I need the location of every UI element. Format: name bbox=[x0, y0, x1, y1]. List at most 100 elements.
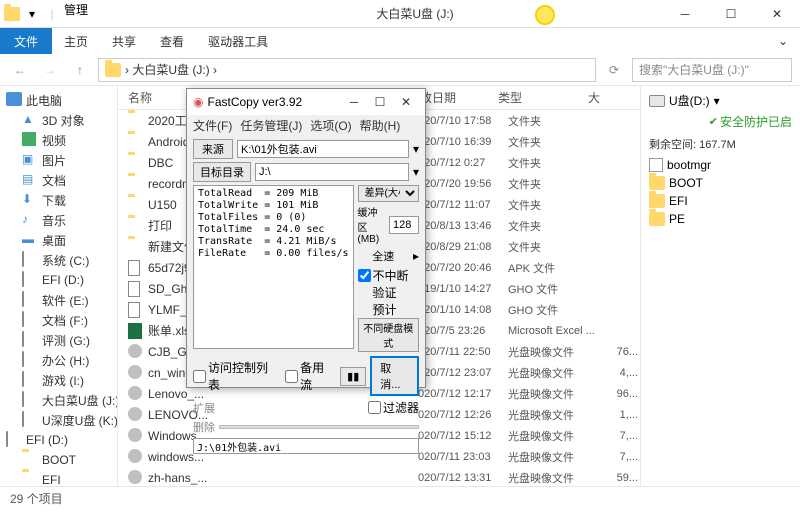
fc-stats: TotalRead = 209 MiB TotalWrite = 101 MiB… bbox=[193, 185, 354, 349]
col-type[interactable]: 类型 bbox=[498, 89, 588, 106]
fc-source-button[interactable]: 来源 bbox=[193, 139, 233, 159]
tree-item[interactable]: 视频 bbox=[0, 130, 117, 150]
fc-close-button[interactable]: ✕ bbox=[393, 95, 419, 109]
tree-item[interactable]: U深度U盘 (K:) bbox=[0, 410, 117, 430]
fc-diskmode-select[interactable]: 不同硬盘模式 bbox=[358, 318, 419, 352]
back-button[interactable]: ← bbox=[8, 58, 32, 82]
tab-view[interactable]: 查看 bbox=[148, 28, 196, 54]
tree-item[interactable]: 系统 (C:) bbox=[0, 250, 117, 270]
rp-drive[interactable]: U盘(D:) bbox=[669, 92, 710, 109]
rp-item[interactable]: BOOT bbox=[645, 174, 796, 192]
tree-item[interactable]: ▣图片 bbox=[0, 150, 117, 170]
tree-item[interactable]: ⬇下载 bbox=[0, 190, 117, 210]
forward-button[interactable]: → bbox=[38, 58, 62, 82]
fld-icon bbox=[22, 472, 38, 486]
iso-icon bbox=[128, 365, 144, 381]
tree-item[interactable]: ♪音乐 bbox=[0, 210, 117, 230]
search-input[interactable]: 搜索"大白菜U盘 (J:)" bbox=[632, 58, 792, 82]
maximize-button[interactable]: ☐ bbox=[708, 0, 754, 28]
fc-mode-select[interactable]: 差异(大小/日期) bbox=[358, 185, 419, 202]
fc-menu-job[interactable]: 任务管理(J) bbox=[240, 117, 302, 134]
fc-title: FastCopy ver3.92 bbox=[207, 95, 341, 109]
xls-icon bbox=[128, 323, 144, 339]
drv-icon bbox=[22, 252, 38, 268]
nav-tree[interactable]: 此电脑▲3D 对象视频▣图片▤文档⬇下载♪音乐▬桌面系统 (C:)EFI (D:… bbox=[0, 86, 118, 486]
tree-item[interactable]: BOOT bbox=[0, 450, 117, 470]
fc-speed-up-icon[interactable]: ▸ bbox=[413, 249, 419, 263]
tree-item[interactable]: ▬桌面 bbox=[0, 230, 117, 250]
fld-icon bbox=[128, 176, 144, 192]
fc-current-file: J:\01外包装.avi bbox=[193, 438, 419, 454]
close-button[interactable]: ✕ bbox=[754, 0, 800, 28]
fld-icon bbox=[128, 218, 144, 234]
rp-dropdown-icon[interactable]: ▾ bbox=[714, 94, 720, 108]
file-row[interactable]: zh-hans_...020/7/12 13:31光盘映像文件59... bbox=[118, 467, 640, 486]
pc-icon bbox=[6, 92, 22, 108]
fc-dst-dd-icon[interactable]: ▾ bbox=[413, 165, 419, 179]
fld-icon bbox=[22, 452, 38, 468]
tree-item[interactable]: EFI bbox=[0, 470, 117, 486]
fc-maximize-button[interactable]: ☐ bbox=[367, 95, 393, 109]
fc-cancel-button[interactable]: 取消... bbox=[370, 356, 419, 396]
tree-item[interactable]: 游戏 (I:) bbox=[0, 370, 117, 390]
iso-icon bbox=[128, 449, 144, 465]
fc-menu-opt[interactable]: 选项(O) bbox=[310, 117, 351, 134]
file-icon bbox=[128, 302, 144, 318]
down-icon[interactable]: ▾ bbox=[24, 6, 40, 22]
tree-item[interactable]: EFI (D:) bbox=[0, 270, 117, 290]
tree-item[interactable]: 软件 (E:) bbox=[0, 290, 117, 310]
rp-item[interactable]: EFI bbox=[645, 192, 796, 210]
iso-icon bbox=[128, 344, 144, 360]
fc-ext-label: 扩展 bbox=[193, 400, 215, 416]
refresh-button[interactable]: ⟳ bbox=[602, 58, 626, 82]
tab-drivetools[interactable]: 驱动器工具 bbox=[196, 28, 280, 54]
minimize-button[interactable]: ─ bbox=[662, 0, 708, 28]
fc-menu-file[interactable]: 文件(F) bbox=[193, 117, 232, 134]
tree-item[interactable]: ▲3D 对象 bbox=[0, 110, 117, 130]
drv-icon bbox=[22, 372, 38, 388]
rp-item[interactable]: bootmgr bbox=[645, 156, 796, 174]
tab-home[interactable]: 主页 bbox=[52, 28, 100, 54]
tree-item[interactable]: EFI (D:) bbox=[0, 430, 117, 450]
fld-icon bbox=[128, 155, 144, 171]
col-size[interactable]: 大 bbox=[588, 89, 628, 106]
item-count: 29 个项目 bbox=[10, 490, 63, 507]
tab-share[interactable]: 共享 bbox=[100, 28, 148, 54]
fc-source-input[interactable] bbox=[237, 140, 409, 158]
ribbon-expand-icon[interactable]: ⌄ bbox=[766, 28, 800, 54]
tree-item[interactable]: 评测 (G:) bbox=[0, 330, 117, 350]
fc-pause-button[interactable]: ▮▮ bbox=[340, 367, 366, 386]
iso-icon bbox=[128, 386, 144, 402]
file-tab[interactable]: 文件 bbox=[0, 28, 52, 54]
address-bar[interactable]: › 大白菜U盘 (J:) › bbox=[98, 58, 596, 82]
up-button[interactable]: ↑ bbox=[68, 58, 92, 82]
desk-icon: ▬ bbox=[22, 232, 38, 248]
mgmt-tab[interactable]: 管理 bbox=[64, 1, 88, 27]
rp-item[interactable]: PE bbox=[645, 210, 796, 228]
fc-src-dd-icon[interactable]: ▾ bbox=[413, 142, 419, 156]
fc-buf-input[interactable] bbox=[389, 216, 419, 234]
dl-icon: ⬇ bbox=[22, 192, 38, 208]
security-status: ✔ 安全防护已启 bbox=[709, 113, 792, 130]
fld-icon bbox=[128, 113, 144, 129]
fld-icon bbox=[128, 134, 144, 150]
tree-item[interactable]: 大白菜U盘 (J:) bbox=[0, 390, 117, 410]
fc-menu-help[interactable]: 帮助(H) bbox=[360, 117, 401, 134]
tree-item[interactable]: 文档 (F:) bbox=[0, 310, 117, 330]
fc-dest-input[interactable] bbox=[255, 163, 409, 181]
fc-progress-bar bbox=[219, 425, 419, 429]
tree-item[interactable]: 办公 (H:) bbox=[0, 350, 117, 370]
fc-nobreak-check[interactable] bbox=[358, 269, 371, 282]
tree-item[interactable]: 此电脑 bbox=[0, 90, 117, 110]
fc-filter-check[interactable] bbox=[368, 401, 381, 414]
drv-icon bbox=[22, 352, 38, 368]
fc-acl-check[interactable] bbox=[193, 370, 206, 383]
window-title: 大白菜U盘 (J:) bbox=[88, 5, 662, 22]
fc-dest-button[interactable]: 目标目录 bbox=[193, 162, 251, 182]
fc-alt-check[interactable] bbox=[285, 370, 298, 383]
fc-minimize-button[interactable]: ─ bbox=[341, 95, 367, 109]
highlight-marker bbox=[535, 5, 555, 25]
drv-icon bbox=[22, 392, 38, 408]
iso-icon bbox=[128, 407, 144, 423]
tree-item[interactable]: ▤文档 bbox=[0, 170, 117, 190]
